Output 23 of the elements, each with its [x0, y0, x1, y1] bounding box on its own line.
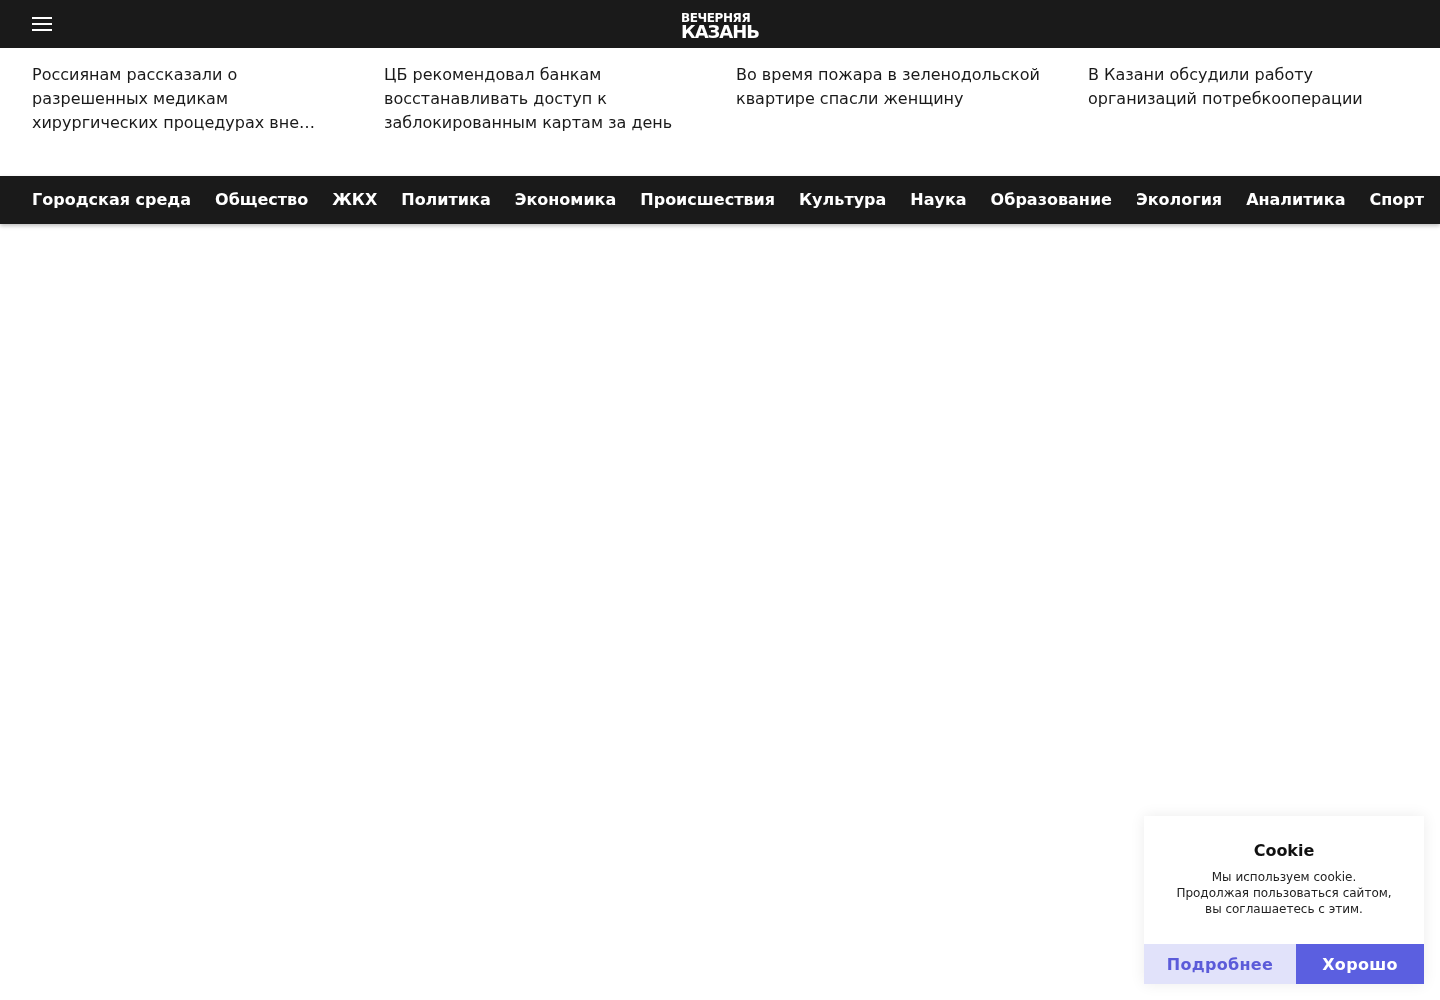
section-link[interactable]: Спорт	[1369, 190, 1424, 210]
cookie-message: Мы используем cookie. Продолжая пользоваться сайтом, вы соглашаетесь с этим.	[1176, 869, 1392, 917]
section-link[interactable]: Общество	[215, 190, 309, 210]
headline-link[interactable]: Россиянам рассказали о разрешенных медикам хирургических процедурах вне…	[32, 63, 346, 135]
section-link[interactable]: Экономика	[514, 190, 617, 210]
site-logo[interactable]: ВЕЧЕРНЯЯ КАЗАНЬ	[680, 11, 760, 39]
section-link[interactable]: Политика	[401, 190, 491, 210]
more-info-button[interactable]: Подробнее	[1144, 944, 1296, 984]
section-link[interactable]: Образование	[990, 190, 1112, 210]
cookie-title: Cookie	[1253, 841, 1315, 861]
menu-button[interactable]	[32, 17, 52, 31]
menu-icon	[32, 17, 52, 31]
section-link[interactable]: Аналитика	[1246, 190, 1346, 210]
section-link[interactable]: Экология	[1135, 190, 1223, 210]
accept-button[interactable]: Хорошо	[1296, 944, 1424, 984]
section-link[interactable]: Наука	[910, 190, 967, 210]
section-link[interactable]: Происшествия	[640, 190, 776, 210]
section-link[interactable]: Городская среда	[32, 190, 192, 210]
section-link[interactable]: Культура	[799, 190, 887, 210]
headline-link[interactable]: ЦБ рекомендовал банкам восстанавливать доступ к заблокированным картам за день	[384, 63, 698, 135]
section-link[interactable]: ЖКХ	[332, 190, 378, 210]
headline-link[interactable]: В Казани обсудили работу организаций потребкооперации	[1088, 63, 1402, 111]
headline-link[interactable]: Во время пожара в зеленодольской квартире спасли женщину	[736, 63, 1050, 111]
